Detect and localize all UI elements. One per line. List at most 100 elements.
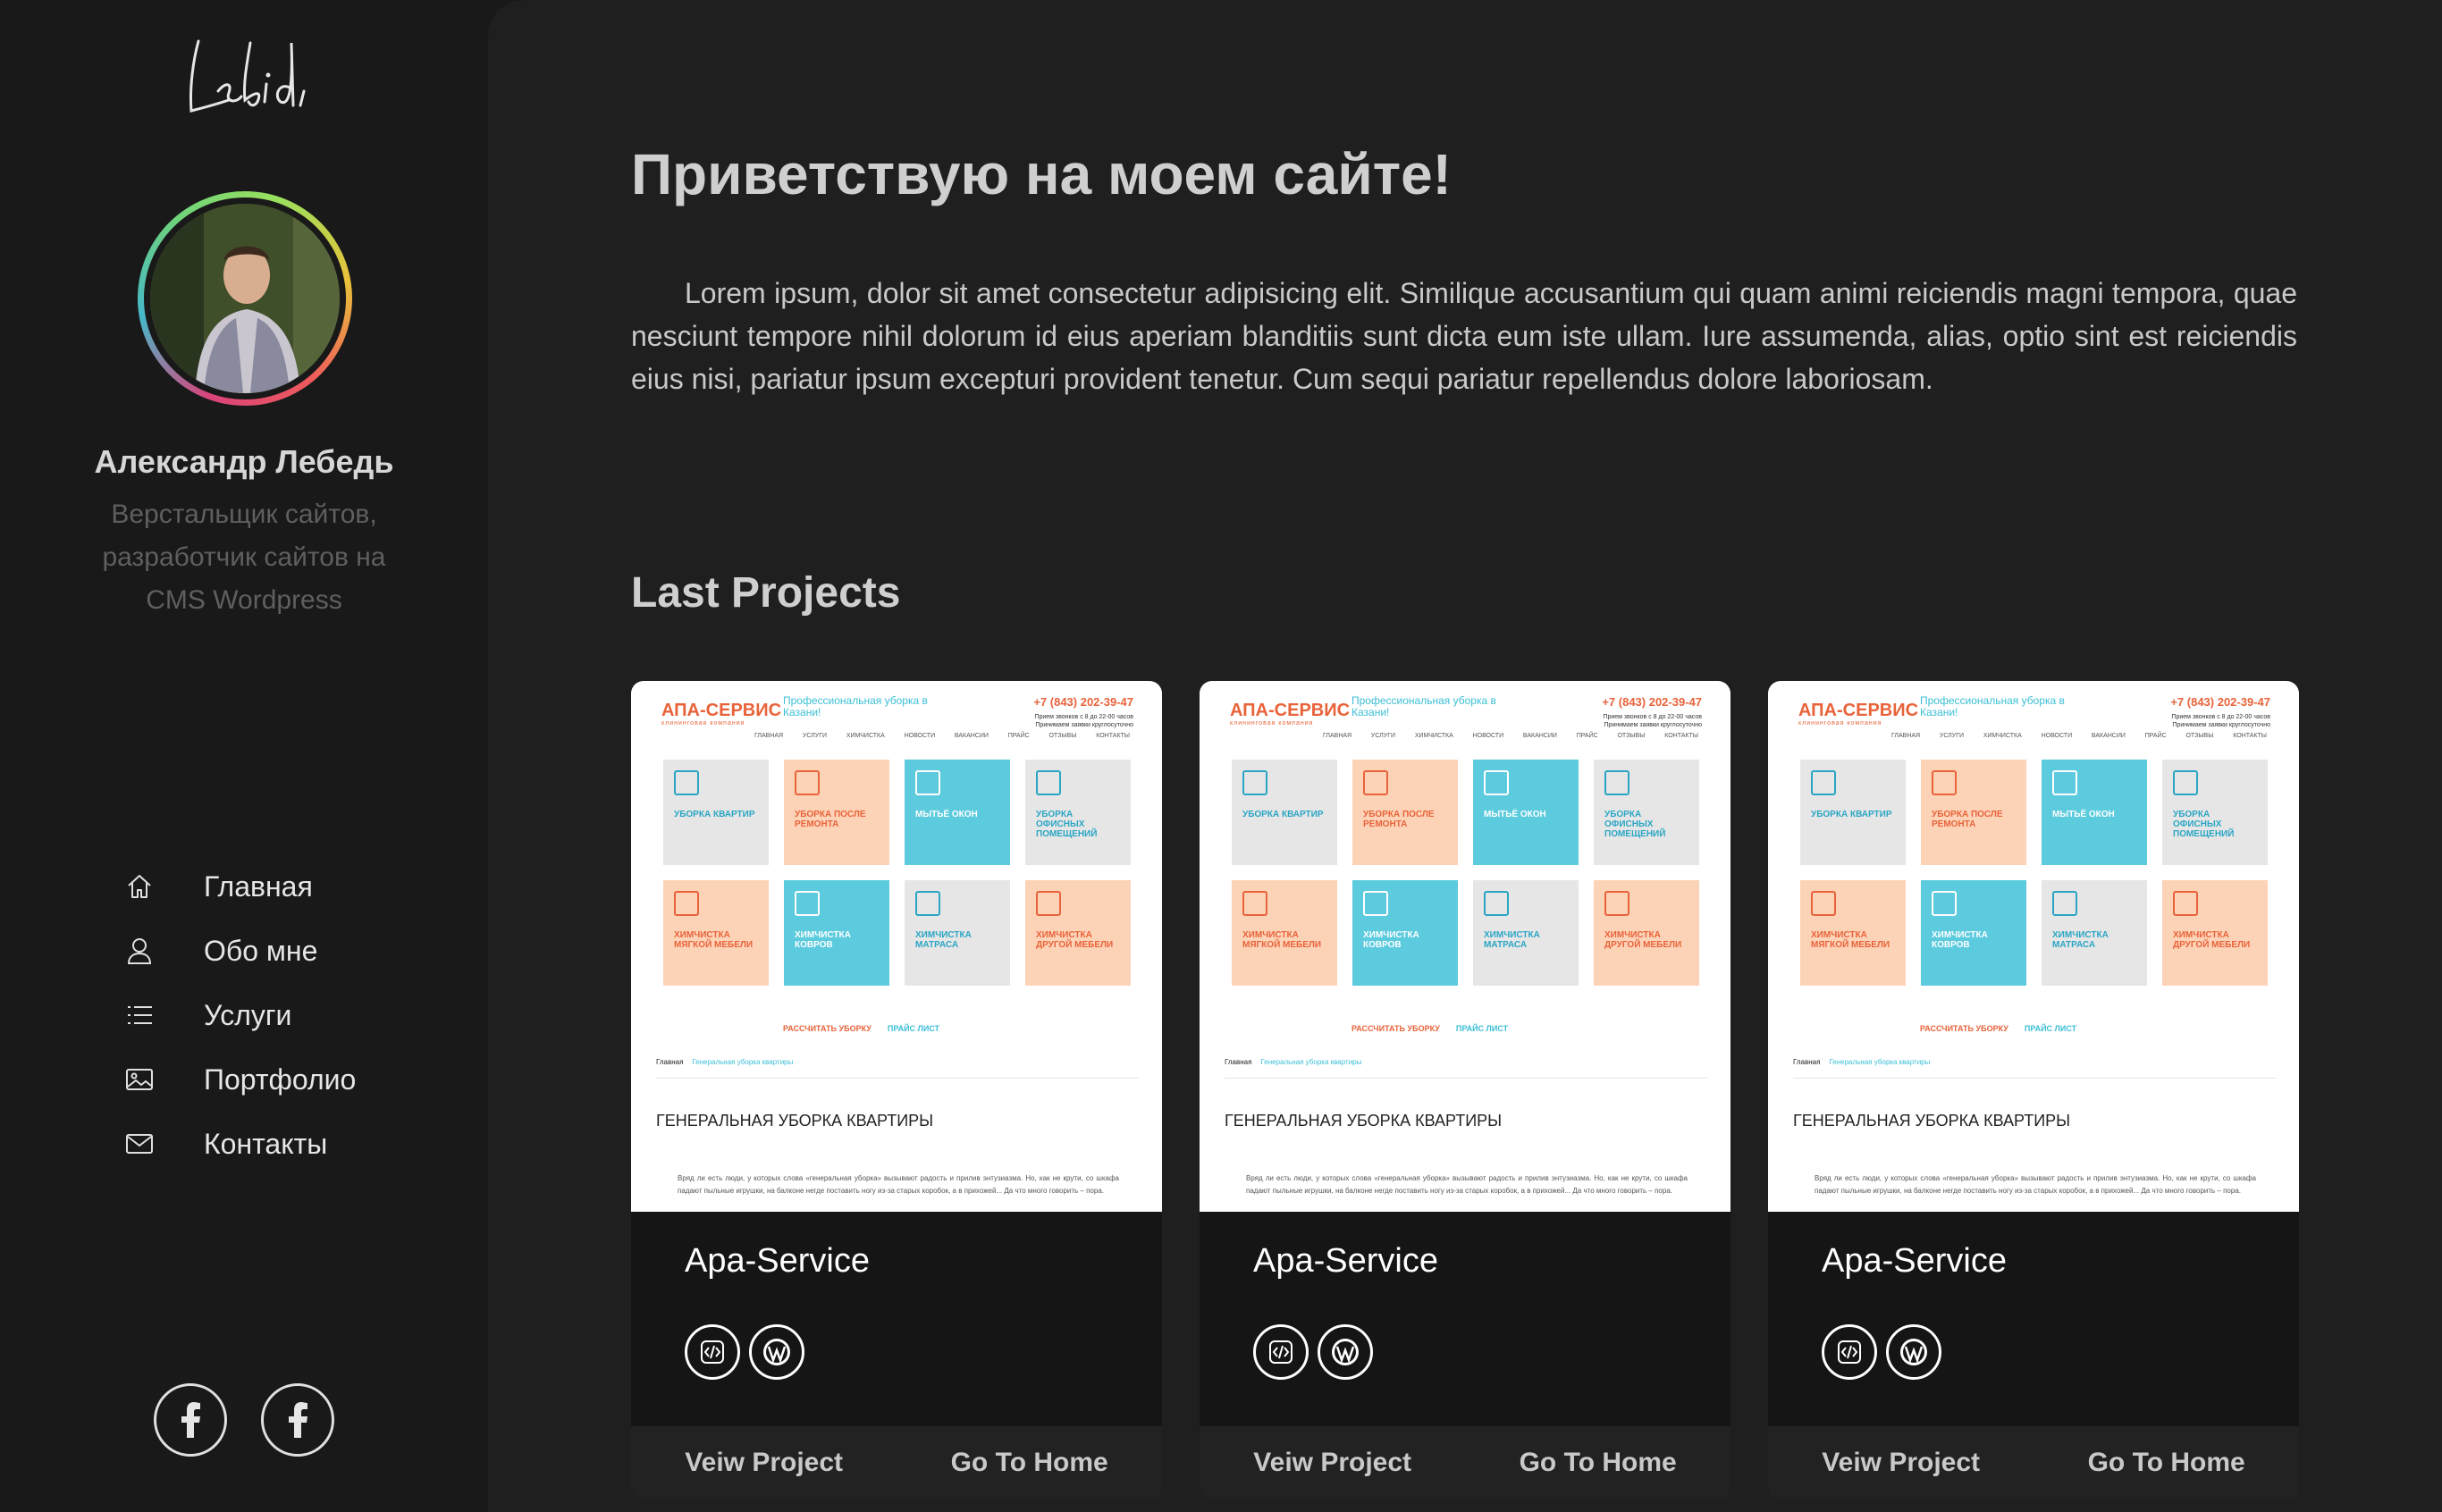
profile-name: Александр Лебедь (94, 443, 394, 480)
preview-service-tile: МЫТЬЁ ОКОН (905, 760, 1010, 865)
service-icon (1036, 891, 1061, 916)
preview-menu-item: ОТЗЫВЫ (1617, 733, 1646, 739)
wordpress-icon (749, 1324, 804, 1380)
main-panel: Приветствую на моем сайте! Lorem ipsum, … (488, 0, 2442, 1512)
preview-breadcrumb: Главная Генеральная уборка квартиры (656, 1058, 793, 1066)
preview-menu-item: НОВОСТИ (2041, 733, 2073, 739)
tech-stack (1253, 1324, 1373, 1380)
go-to-home-link[interactable]: Go To Home (2088, 1448, 2245, 1478)
service-icon (1604, 770, 1629, 795)
nav-item-services[interactable]: Услуги (123, 983, 356, 1047)
preview-calc-link: РАССЧИТАТЬ УБОРКУ (1920, 1024, 2008, 1033)
preview-service-tiles: УБОРКА КВАРТИР УБОРКА ПОСЛЕ РЕМОНТА МЫТЬЁ … (663, 760, 1132, 986)
preview-service-tile: УБОРКА КВАРТИР (1800, 760, 1906, 865)
site-logo[interactable] (179, 25, 313, 123)
preview-service-tile: ХИМЧИСТКА МАТРАСА (2042, 880, 2147, 986)
preview-menu-item: ОТЗЫВЫ (1048, 733, 1077, 739)
preview-brand: АПА-СЕРВИС (661, 701, 782, 720)
preview-tagline: Профессиональная уборка в Казани! (783, 694, 928, 718)
service-label: ХИМЧИСТКА КОВРОВ (795, 930, 851, 950)
social-links (154, 1383, 334, 1457)
wordpress-icon (1886, 1324, 1941, 1380)
preview-menu-item: ВАКАНСИИ (1522, 733, 1557, 739)
service-icon (915, 770, 940, 795)
preview-service-tile: ХИМЧИСТКА МАТРАСА (1473, 880, 1579, 986)
service-label: УБОРКА ПОСЛЕ РЕМОНТА (795, 810, 866, 829)
preview-service-tile: ХИМЧИСТКА ДРУГОЙ МЕБЕЛИ (2162, 880, 2268, 986)
service-label: УБОРКА КВАРТИР (674, 810, 755, 819)
service-label: МЫТЬЁ ОКОН (915, 810, 978, 819)
service-icon (795, 891, 820, 916)
preview-crumb-home: Главная (1225, 1058, 1252, 1066)
image-icon (123, 1063, 156, 1096)
nav-label: Услуги (204, 998, 292, 1031)
preview-service-tile: УБОРКА КВАРТИР (1232, 760, 1337, 865)
preview-phone: +7 (843) 202-39-47 (1033, 695, 1133, 709)
sidebar: Александр Лебедь Верстальщик сайтов, раз… (0, 0, 488, 1512)
preview-price-link: ПРАЙС ЛИСТ (887, 1024, 940, 1033)
preview-brand-sub: клининговая компания (1798, 720, 1882, 727)
preview-brand-sub: клининговая компания (1230, 720, 1314, 727)
preview-service-tile: ХИМЧИСТКА МЯГКОЙ МЕБЕЛИ (1800, 880, 1906, 986)
nav-item-home[interactable]: Главная (123, 854, 356, 919)
view-project-link[interactable]: Veiw Project (1822, 1448, 1980, 1478)
preview-phone-note: Прием звонков с 8 до 22-00 часов Принима… (1603, 714, 1702, 728)
facebook-icon (289, 1402, 307, 1438)
preview-price-link: ПРАЙС ЛИСТ (1455, 1024, 1509, 1033)
preview-calc-link: РАССЧИТАТЬ УБОРКУ (783, 1024, 872, 1033)
avatar (138, 191, 352, 406)
service-icon (915, 891, 940, 916)
avatar-photo (150, 204, 340, 393)
preview-menu-item: ПРАЙС (2144, 733, 2167, 739)
facebook-link-2[interactable] (261, 1383, 334, 1457)
service-label: ХИМЧИСТКА МЯГКОЙ МЕБЕЛИ (1811, 930, 1890, 950)
preview-breadcrumb: Главная Генеральная уборка квартиры (1225, 1058, 1361, 1066)
intro-text: Lorem ipsum, dolor sit amet consectetur … (631, 277, 2297, 395)
nav-item-about[interactable]: Обо мне (123, 919, 356, 983)
preview-service-tile: ХИМЧИСТКА КОВРОВ (1352, 880, 1458, 986)
service-icon (1811, 770, 1836, 795)
project-preview[interactable]: АПА-СЕРВИС клининговая компания Професси… (1768, 681, 2299, 1212)
project-card: АПА-СЕРВИС клининговая компания Професси… (631, 681, 1162, 1499)
tech-stack (1822, 1324, 1941, 1380)
preview-menu-item: ВАКАНСИИ (2091, 733, 2126, 739)
preview-crumb-home: Главная (656, 1058, 684, 1066)
go-to-home-link[interactable]: Go To Home (951, 1448, 1108, 1478)
code-icon (1253, 1324, 1309, 1380)
preview-service-tile: УБОРКА КВАРТИР (663, 760, 769, 865)
service-icon (1932, 891, 1957, 916)
service-icon (1811, 891, 1836, 916)
project-title: Apa-Service (685, 1242, 870, 1280)
facebook-link-1[interactable] (154, 1383, 227, 1457)
list-icon (123, 999, 156, 1031)
preview-menu-item: НОВОСТИ (904, 733, 936, 739)
nav-item-portfolio[interactable]: Портфолио (123, 1047, 356, 1112)
nav-item-contacts[interactable]: Контакты (123, 1112, 356, 1176)
preview-crumb-home: Главная (1793, 1058, 1821, 1066)
go-to-home-link[interactable]: Go To Home (1520, 1448, 1677, 1478)
service-label: УБОРКА КВАРТИР (1811, 810, 1892, 819)
preview-body-text: Вряд ли есть люди, у которых слова «гене… (1246, 1174, 1688, 1195)
preview-service-tile: ХИМЧИСТКА ДРУГОЙ МЕБЕЛИ (1025, 880, 1131, 986)
service-icon (1363, 770, 1388, 795)
nav-label: Контакты (204, 1127, 328, 1160)
view-project-link[interactable]: Veiw Project (685, 1448, 843, 1478)
project-preview[interactable]: АПА-СЕРВИС клининговая компания Професси… (631, 681, 1162, 1212)
view-project-link[interactable]: Veiw Project (1253, 1448, 1411, 1478)
profile-role: Верстальщик сайтов, разработчик сайтов н… (102, 500, 386, 615)
preview-menu-item: КОНТАКТЫ (2233, 733, 2267, 739)
preview-menu: ГЛАВНАЯ УСЛУГИ ХИМЧИСТКА НОВОСТИ ВАКАНСИ… (1891, 733, 2267, 739)
card-footer: Veiw Project Go To Home (1768, 1426, 2299, 1499)
preview-menu-item: ГЛАВНАЯ (1323, 733, 1352, 739)
code-icon (685, 1324, 740, 1380)
nav-label: Портфолио (204, 1063, 357, 1096)
project-preview[interactable]: АПА-СЕРВИС клининговая компания Професси… (1200, 681, 1730, 1212)
preview-service-tile: УБОРКА ПОСЛЕ РЕМОНТА (1921, 760, 2026, 865)
preview-menu-item: УСЛУГИ (1370, 733, 1396, 739)
preview-menu-item: ХИМЧИСТКА (846, 733, 885, 739)
code-icon (1822, 1324, 1877, 1380)
service-icon (2052, 891, 2077, 916)
preview-service-tiles: УБОРКА КВАРТИР УБОРКА ПОСЛЕ РЕМОНТА МЫТЬЁ … (1800, 760, 2269, 986)
preview-menu-item: НОВОСТИ (1472, 733, 1504, 739)
service-icon (2173, 891, 2198, 916)
